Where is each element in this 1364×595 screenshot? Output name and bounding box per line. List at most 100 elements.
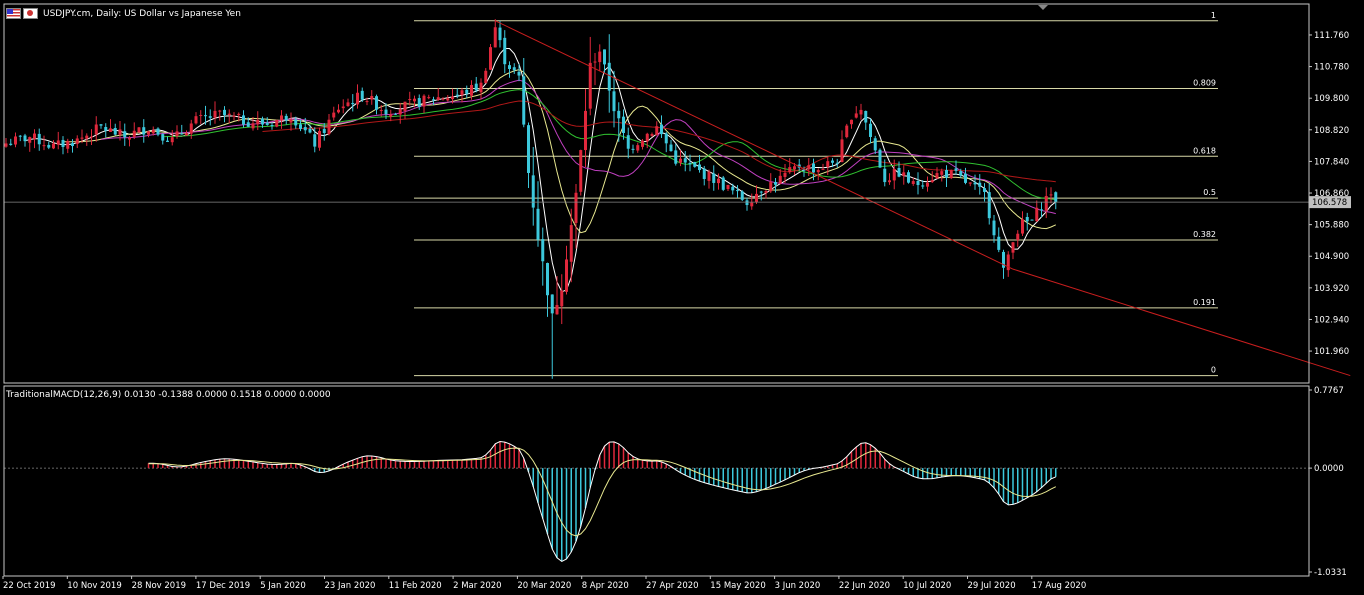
candle[interactable] — [351, 94, 355, 112]
candle[interactable] — [199, 110, 203, 125]
candle[interactable] — [398, 102, 402, 124]
candle[interactable] — [208, 109, 212, 126]
candle[interactable] — [56, 131, 60, 150]
candle[interactable] — [940, 168, 944, 182]
candle[interactable] — [731, 183, 735, 195]
candle[interactable] — [1049, 187, 1053, 204]
candle[interactable] — [66, 138, 70, 154]
candle[interactable] — [389, 109, 393, 122]
candle[interactable] — [493, 19, 497, 48]
trend-line[interactable] — [495, 20, 1014, 270]
candle[interactable] — [346, 98, 350, 107]
candle[interactable] — [341, 99, 345, 114]
candle[interactable] — [284, 113, 288, 125]
candle[interactable] — [170, 130, 174, 146]
candle[interactable] — [403, 101, 407, 120]
candle[interactable] — [935, 167, 939, 179]
candle[interactable] — [669, 139, 673, 152]
candle[interactable] — [441, 97, 445, 101]
candle[interactable] — [788, 158, 792, 174]
candle[interactable] — [983, 183, 986, 202]
candle[interactable] — [23, 133, 27, 147]
candle[interactable] — [926, 176, 929, 192]
candle[interactable] — [161, 133, 165, 145]
candle[interactable] — [745, 197, 749, 211]
candle[interactable] — [94, 116, 98, 142]
candle[interactable] — [1021, 211, 1024, 236]
candle[interactable] — [930, 171, 934, 183]
candle[interactable] — [968, 182, 972, 187]
candle[interactable] — [308, 124, 312, 134]
candle[interactable] — [850, 119, 853, 129]
candle[interactable] — [498, 20, 502, 48]
candle[interactable] — [859, 103, 863, 120]
candle[interactable] — [726, 184, 730, 191]
candle[interactable] — [992, 214, 996, 243]
candle[interactable] — [797, 159, 801, 171]
candle[interactable] — [1016, 230, 1020, 247]
candle[interactable] — [489, 44, 492, 71]
candle[interactable] — [28, 136, 32, 152]
candle[interactable] — [565, 245, 568, 295]
candle[interactable] — [622, 109, 625, 140]
candle[interactable] — [47, 141, 51, 150]
candle[interactable] — [436, 88, 440, 101]
candle[interactable] — [251, 116, 255, 131]
candle[interactable] — [579, 149, 583, 196]
candle[interactable] — [265, 117, 269, 126]
candle[interactable] — [888, 173, 891, 185]
candle[interactable] — [156, 127, 160, 137]
candle[interactable] — [9, 138, 13, 146]
candle[interactable] — [75, 135, 79, 149]
candle[interactable] — [90, 129, 93, 146]
candle[interactable] — [166, 136, 169, 143]
candle[interactable] — [1054, 191, 1058, 210]
candle[interactable] — [878, 148, 882, 168]
trend-line[interactable] — [1012, 268, 1351, 377]
chart-window[interactable]: 1 0.809 0.618 0.5 0.382 0.191 0 106.578 111.760… — [0, 0, 1364, 595]
candle[interactable] — [997, 227, 1001, 253]
candle[interactable] — [375, 94, 378, 115]
candle[interactable] — [1030, 219, 1034, 221]
candle[interactable] — [698, 154, 701, 173]
candle[interactable] — [474, 76, 478, 93]
candle[interactable] — [574, 183, 578, 249]
candle[interactable] — [864, 110, 868, 130]
candle[interactable] — [660, 115, 663, 139]
candle[interactable] — [945, 165, 948, 188]
candle[interactable] — [740, 190, 744, 201]
candle[interactable] — [123, 123, 127, 146]
candle[interactable] — [902, 165, 906, 185]
candle[interactable] — [883, 159, 887, 187]
candle[interactable] — [845, 123, 849, 139]
candle[interactable] — [61, 136, 65, 155]
candle[interactable] — [626, 127, 630, 159]
candle[interactable] — [840, 130, 844, 163]
candle[interactable] — [508, 61, 511, 78]
candle[interactable] — [522, 57, 526, 128]
candle[interactable] — [223, 106, 226, 123]
candle[interactable] — [560, 274, 564, 325]
candle[interactable] — [1006, 251, 1010, 277]
candle[interactable] — [332, 106, 336, 121]
candle[interactable] — [427, 94, 431, 100]
candle[interactable] — [949, 169, 953, 180]
candle[interactable] — [370, 90, 374, 105]
candle[interactable] — [318, 127, 321, 151]
candle[interactable] — [446, 95, 450, 102]
candle[interactable] — [33, 129, 36, 149]
candle[interactable] — [854, 106, 858, 119]
candle[interactable] — [42, 135, 46, 151]
candle[interactable] — [465, 85, 469, 99]
candle[interactable] — [113, 123, 117, 136]
candle[interactable] — [664, 132, 668, 153]
candle[interactable] — [835, 158, 839, 168]
candle[interactable] — [869, 118, 872, 144]
candle[interactable] — [612, 70, 616, 128]
candle[interactable] — [712, 165, 716, 191]
candle[interactable] — [588, 36, 592, 116]
candle[interactable] — [550, 294, 554, 379]
candle[interactable] — [52, 140, 55, 150]
candle[interactable] — [227, 109, 231, 124]
candle[interactable] — [736, 185, 739, 198]
